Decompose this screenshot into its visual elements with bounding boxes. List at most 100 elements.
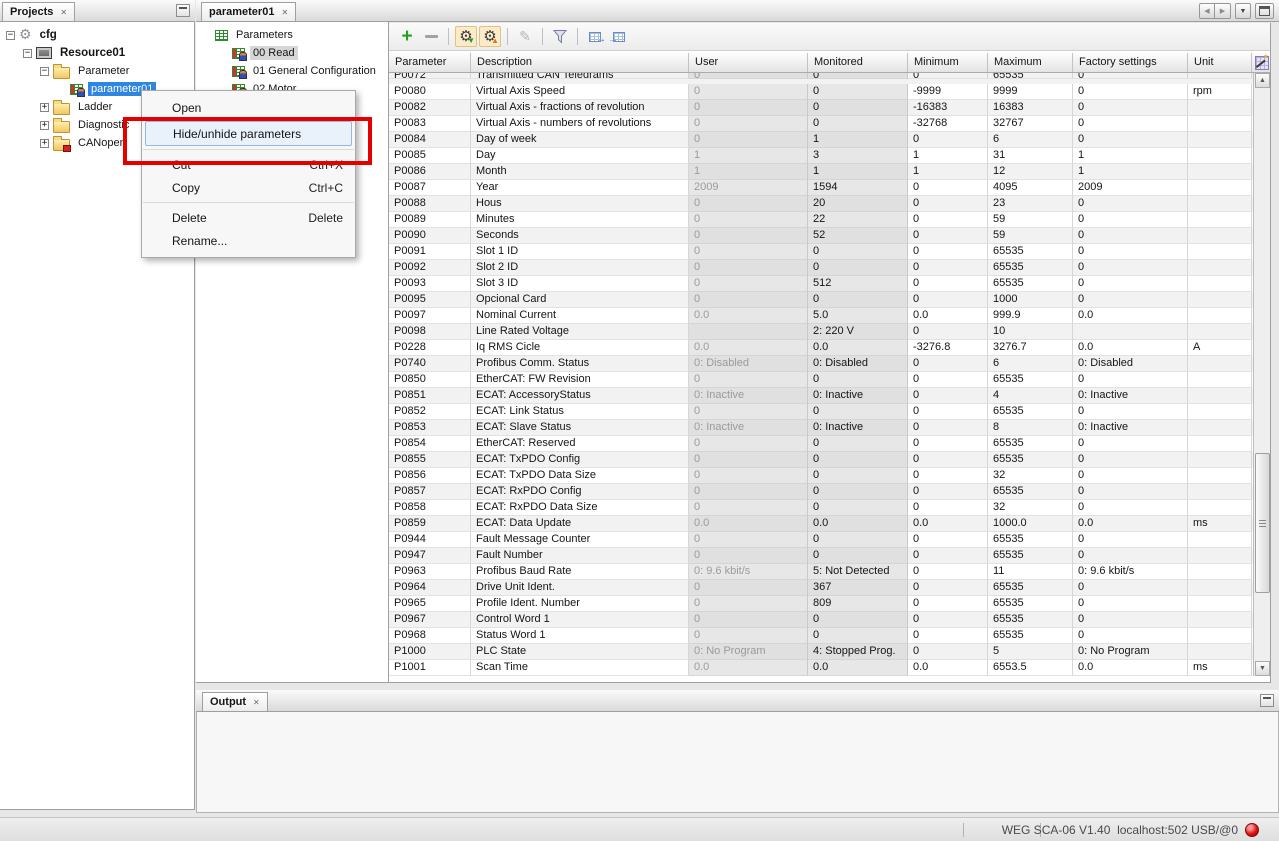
tree-item-cfg[interactable]: −⚙cfg: [0, 26, 193, 44]
cell-user[interactable]: 0: [689, 244, 808, 260]
cell-monitored[interactable]: 0: Inactive: [808, 420, 908, 436]
table-row[interactable]: P0968Status Word 1000655350: [389, 628, 1253, 644]
table-row[interactable]: P0851ECAT: AccessoryStatus0: Inactive0: …: [389, 388, 1253, 404]
cell-monitored[interactable]: 22: [808, 212, 908, 228]
table-row[interactable]: P0082Virtual Axis - fractions of revolut…: [389, 100, 1253, 116]
cell-user[interactable]: 0: [689, 100, 808, 116]
table-row[interactable]: P0858ECAT: RxPDO Data Size000320: [389, 500, 1253, 516]
table-row[interactable]: P0092Slot 2 ID000655350: [389, 260, 1253, 276]
table-row[interactable]: P0964Drive Unit Ident.03670655350: [389, 580, 1253, 596]
cell-monitored[interactable]: 0: Disabled: [808, 356, 908, 372]
cell-user[interactable]: 0: [689, 548, 808, 564]
cell-user[interactable]: 2009: [689, 180, 808, 196]
cell-user[interactable]: 0: [689, 196, 808, 212]
table-row[interactable]: P0852ECAT: Link Status000655350: [389, 404, 1253, 420]
cell-monitored[interactable]: 0: [808, 468, 908, 484]
table-row[interactable]: P0087Year20091594040952009: [389, 180, 1253, 196]
table-row[interactable]: P0850EtherCAT: FW Revision000655350: [389, 372, 1253, 388]
import-table-button[interactable]: →: [608, 26, 630, 47]
cell-user[interactable]: 0: [689, 596, 808, 612]
scrollbar-thumb[interactable]: [1255, 453, 1270, 593]
scroll-down-button[interactable]: ▼: [1255, 661, 1270, 676]
cell-user[interactable]: 0: 9.6 kbit/s: [689, 564, 808, 580]
cell-monitored[interactable]: 20: [808, 196, 908, 212]
column-header-minimum[interactable]: Minimum: [908, 53, 988, 72]
table-row[interactable]: P0944Fault Message Counter000655350: [389, 532, 1253, 548]
scroll-up-button[interactable]: ▲: [1255, 73, 1270, 88]
cell-monitored[interactable]: 0: [808, 292, 908, 308]
cell-user[interactable]: 0: [689, 212, 808, 228]
cell-user[interactable]: 0: [689, 468, 808, 484]
cell-monitored[interactable]: 0: [808, 628, 908, 644]
cell-monitored[interactable]: 1594: [808, 180, 908, 196]
add-parameter-button[interactable]: +: [396, 26, 418, 47]
expander-minus-icon[interactable]: −: [40, 67, 49, 76]
table-row[interactable]: P0095Opcional Card00010000: [389, 292, 1253, 308]
menu-item-copy[interactable]: CopyCtrl+C: [142, 176, 355, 199]
cell-monitored[interactable]: 0: [808, 260, 908, 276]
cell-monitored[interactable]: 0: [808, 244, 908, 260]
cell-user[interactable]: 0: [689, 452, 808, 468]
tree-item-parameter[interactable]: −Parameter: [0, 62, 193, 80]
column-header-description[interactable]: Description: [471, 53, 689, 72]
table-row[interactable]: P0093Slot 3 ID05120655350: [389, 276, 1253, 292]
read-parameters-device-button[interactable]: ⚙▼: [455, 26, 477, 47]
cell-monitored[interactable]: 0.0: [808, 340, 908, 356]
cell-user[interactable]: 0: [689, 580, 808, 596]
tree-item-01-general-configuration[interactable]: 01 General Configuration: [196, 62, 387, 80]
tree-item-parameters[interactable]: Parameters: [196, 26, 387, 44]
cell-user[interactable]: 0: [689, 116, 808, 132]
filter-parameters-button[interactable]: [549, 26, 571, 47]
menu-item-rename[interactable]: Rename...: [142, 229, 355, 252]
cell-monitored[interactable]: 0: [808, 73, 908, 79]
cell-user[interactable]: 0.0: [689, 340, 808, 356]
cell-user[interactable]: 1: [689, 164, 808, 180]
table-row[interactable]: P1000PLC State0: No Program4: Stopped Pr…: [389, 644, 1253, 660]
cell-user[interactable]: 0: [689, 436, 808, 452]
cell-monitored[interactable]: 5.0: [808, 308, 908, 324]
cell-user[interactable]: 0: [689, 484, 808, 500]
remove-parameter-button[interactable]: [420, 26, 442, 47]
cell-user[interactable]: 0: [689, 276, 808, 292]
cell-monitored[interactable]: 5: Not Detected: [808, 564, 908, 580]
cell-user[interactable]: 0: No Program: [689, 644, 808, 660]
cell-monitored[interactable]: 2: 220 V: [808, 324, 908, 340]
projects-minimize-button[interactable]: [176, 4, 190, 17]
table-row[interactable]: P0854EtherCAT: Reserved000655350: [389, 436, 1253, 452]
table-row[interactable]: P0080Virtual Axis Speed00-999999990rpm: [389, 84, 1253, 100]
menu-item-open[interactable]: Open: [142, 96, 355, 119]
expander-plus-icon[interactable]: +: [40, 139, 49, 148]
customize-columns-button[interactable]: [1253, 53, 1270, 73]
nav-back-button[interactable]: ◀: [1199, 3, 1215, 19]
cell-user[interactable]: 0: [689, 532, 808, 548]
table-row[interactable]: P0857ECAT: RxPDO Config000655350: [389, 484, 1253, 500]
table-row[interactable]: P0853ECAT: Slave Status0: Inactive0: Ina…: [389, 420, 1253, 436]
table-row[interactable]: P0228Iq RMS Cicle0.00.0-3276.83276.70.0A: [389, 340, 1253, 356]
table-row[interactable]: P0088Hous0200230: [389, 196, 1253, 212]
table-row[interactable]: P0072Transmitted CAN Telegrams000655350: [389, 73, 1253, 84]
cell-user[interactable]: 0: [689, 628, 808, 644]
cell-monitored[interactable]: 0: [808, 532, 908, 548]
cell-monitored[interactable]: 0: [808, 548, 908, 564]
cell-user[interactable]: 0: [689, 73, 808, 79]
close-icon[interactable]: ✕: [60, 8, 67, 17]
cell-monitored[interactable]: 0: [808, 500, 908, 516]
cell-user[interactable]: 0: [689, 292, 808, 308]
output-minimize-button[interactable]: [1260, 694, 1274, 707]
vertical-scrollbar[interactable]: ▲ ▼: [1253, 73, 1270, 676]
table-row[interactable]: P0855ECAT: TxPDO Config000655350: [389, 452, 1253, 468]
column-header-user[interactable]: User: [689, 53, 808, 72]
cell-monitored[interactable]: 0.0: [808, 660, 908, 676]
close-icon[interactable]: ✕: [281, 8, 288, 17]
tree-item-resource01[interactable]: −Resource01: [0, 44, 193, 62]
cell-monitored[interactable]: 1: [808, 132, 908, 148]
table-row[interactable]: P0859ECAT: Data Update0.00.00.01000.00.0…: [389, 516, 1253, 532]
table-row[interactable]: P0089Minutes0220590: [389, 212, 1253, 228]
column-header-parameter[interactable]: Parameter: [389, 53, 471, 72]
cell-monitored[interactable]: 0: [808, 452, 908, 468]
table-row[interactable]: P0967Control Word 1000655350: [389, 612, 1253, 628]
cell-user[interactable]: 0: [689, 372, 808, 388]
cell-monitored[interactable]: 0: [808, 404, 908, 420]
cell-user[interactable]: 0.0: [689, 308, 808, 324]
cell-monitored[interactable]: 0: [808, 100, 908, 116]
